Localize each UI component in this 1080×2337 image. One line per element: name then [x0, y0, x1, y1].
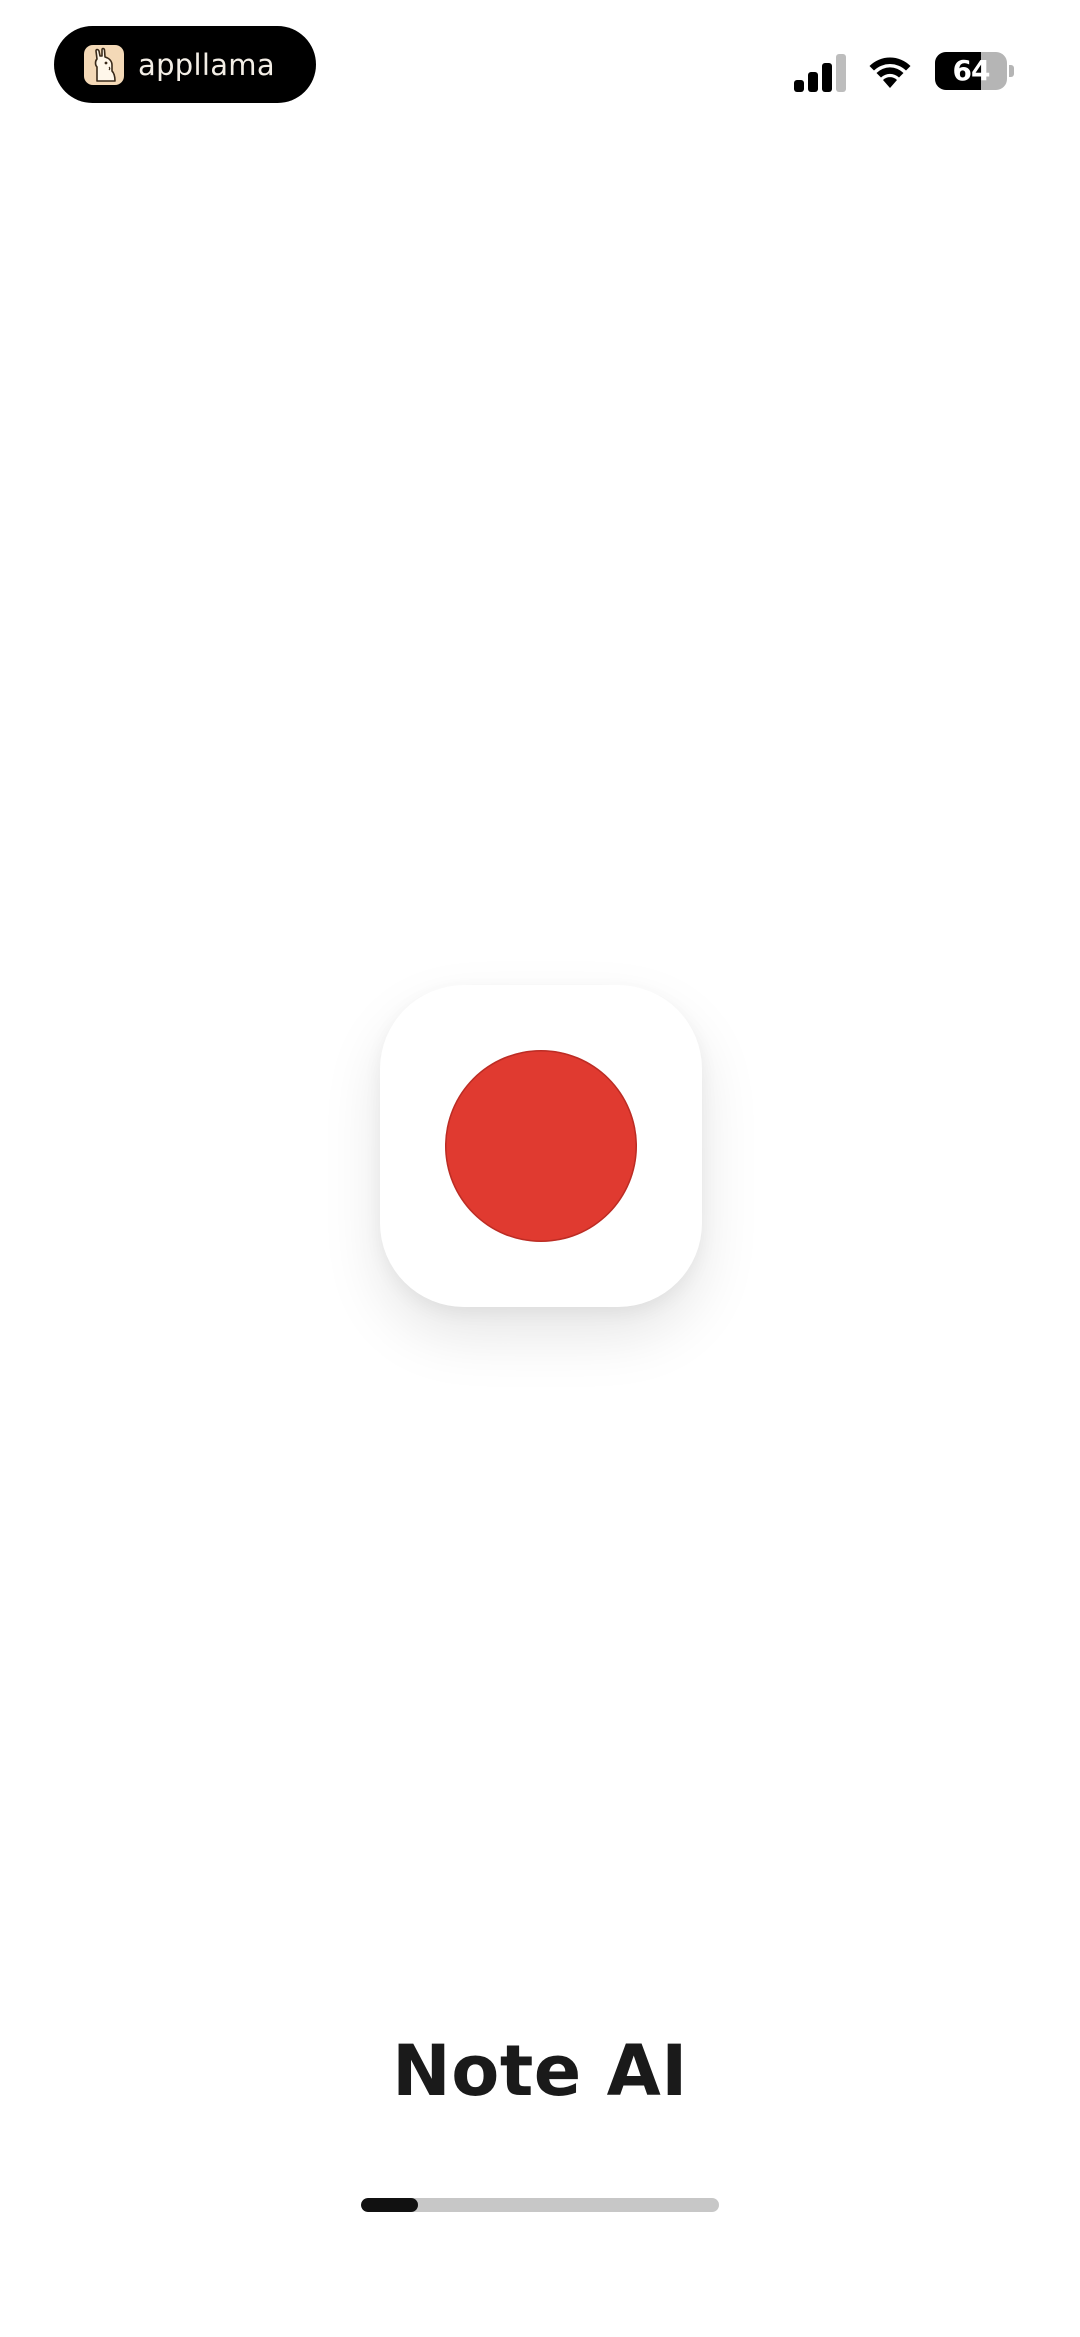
signal-bar: [794, 80, 804, 92]
app-title: Note AI: [392, 2030, 688, 2112]
record-icon: [445, 1050, 637, 1242]
loading-progress-bar: [361, 2198, 719, 2212]
signal-bar: [836, 54, 846, 92]
signal-bar: [822, 63, 832, 92]
loading-progress-fill: [361, 2198, 419, 2212]
wifi-icon: [869, 57, 911, 88]
app-icon: [380, 985, 702, 1307]
signal-bar: [808, 72, 818, 92]
battery-body: 64: [935, 52, 1007, 90]
llama-logo-icon: [84, 44, 124, 85]
appllama-badge[interactable]: appllama: [54, 26, 316, 103]
cellular-signal-icon: [794, 54, 846, 92]
brand-name: appllama: [138, 47, 275, 82]
battery-indicator: 64: [935, 52, 1015, 90]
battery-level: 64: [952, 54, 991, 87]
battery-cap: [1009, 65, 1014, 77]
status-bar: appllama 64: [0, 0, 1080, 120]
